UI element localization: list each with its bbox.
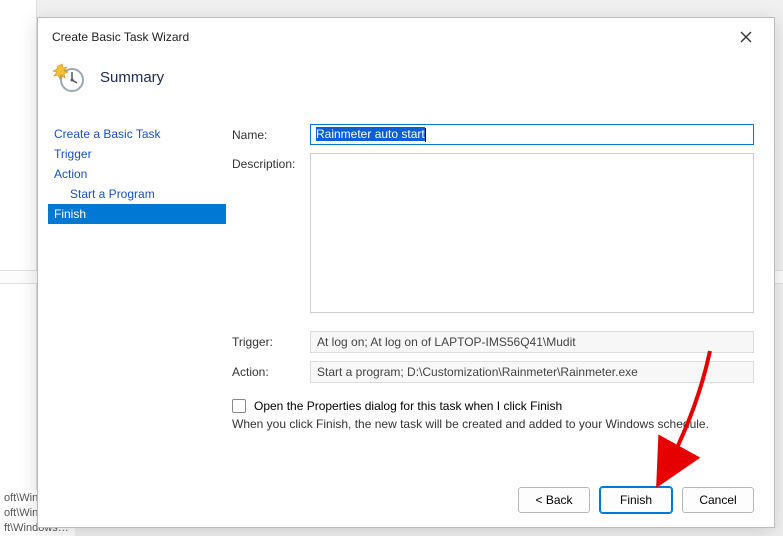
open-properties-row[interactable]: Open the Properties dialog for this task… bbox=[232, 399, 754, 413]
name-input[interactable]: Rainmeter auto start bbox=[310, 124, 754, 145]
wizard-heading: Summary bbox=[100, 69, 164, 86]
back-button[interactable]: < Back bbox=[518, 487, 590, 513]
open-properties-checkbox[interactable] bbox=[232, 399, 246, 413]
open-properties-label: Open the Properties dialog for this task… bbox=[254, 399, 562, 413]
finish-button[interactable]: Finish bbox=[600, 487, 672, 513]
step-trigger[interactable]: Trigger bbox=[52, 144, 226, 164]
wizard-dialog: Create Basic Task Wizard Summary Create … bbox=[37, 17, 775, 528]
step-create-basic-task[interactable]: Create a Basic Task bbox=[52, 124, 226, 144]
titlebar: Create Basic Task Wizard bbox=[38, 18, 774, 54]
trigger-label: Trigger: bbox=[232, 331, 310, 349]
close-button[interactable] bbox=[728, 24, 764, 50]
action-value: Start a program; D:\Customization\Rainme… bbox=[310, 361, 754, 383]
close-icon bbox=[740, 31, 752, 43]
window-title: Create Basic Task Wizard bbox=[52, 30, 189, 44]
description-textarea[interactable] bbox=[310, 153, 754, 313]
description-label: Description: bbox=[232, 153, 310, 171]
wizard-body: Create a Basic Task Trigger Action Start… bbox=[38, 110, 774, 477]
cancel-button[interactable]: Cancel bbox=[682, 487, 754, 513]
action-label: Action: bbox=[232, 361, 310, 379]
step-finish[interactable]: Finish bbox=[48, 204, 226, 224]
finish-note: When you click Finish, the new task will… bbox=[232, 417, 754, 431]
name-label: Name: bbox=[232, 124, 310, 142]
button-row: < Back Finish Cancel bbox=[38, 477, 774, 527]
wizard-icon bbox=[52, 60, 86, 94]
wizard-steps: Create a Basic Task Trigger Action Start… bbox=[38, 110, 226, 477]
text-caret bbox=[425, 128, 426, 142]
wizard-header: Summary bbox=[38, 54, 774, 110]
wizard-main: Name: Rainmeter auto start Description: … bbox=[226, 110, 774, 477]
name-selected-text: Rainmeter auto start bbox=[316, 127, 425, 141]
background-panel bbox=[0, 0, 37, 528]
step-action[interactable]: Action bbox=[52, 164, 226, 184]
step-start-a-program[interactable]: Start a Program bbox=[52, 184, 226, 204]
trigger-value: At log on; At log on of LAPTOP-IMS56Q41\… bbox=[310, 331, 754, 353]
